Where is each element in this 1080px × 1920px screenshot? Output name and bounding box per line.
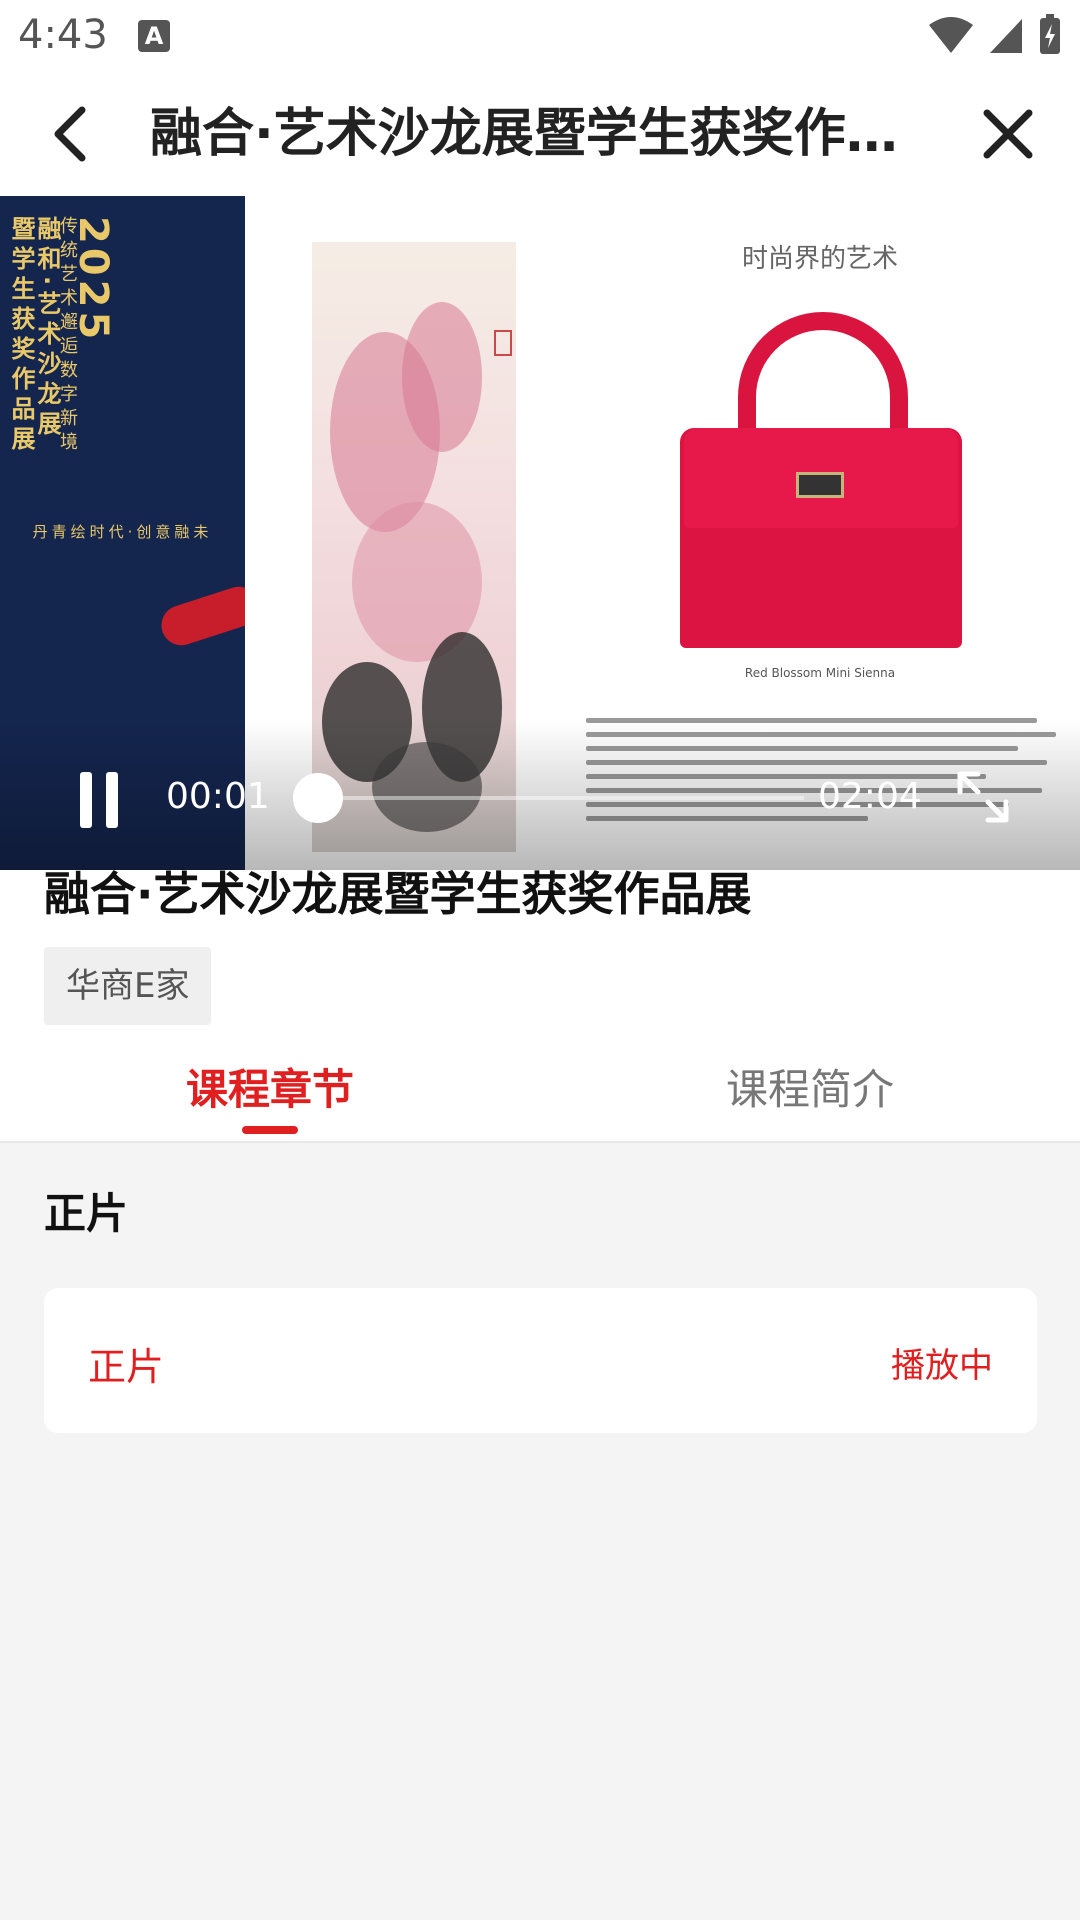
section-label: 正片 xyxy=(44,1189,129,1238)
fullscreen-icon xyxy=(957,771,1009,823)
tab-indicator xyxy=(242,1126,298,1134)
progress-bar[interactable] xyxy=(292,773,804,823)
chapter-name: 正片 xyxy=(88,1345,165,1389)
video-player[interactable]: 2025 传统艺术邂逅数字新境 融和·艺术沙龙展 暨学生获奖作品展 丹青绘时代·… xyxy=(0,196,1080,870)
handbag-lock xyxy=(796,472,844,498)
page-title: 融合·艺术沙龙展暨学生获奖作品展 xyxy=(150,104,940,164)
status-time: 4:43 xyxy=(18,12,108,58)
status-icons xyxy=(928,14,1062,56)
divider xyxy=(0,1141,1080,1143)
poster-brush-stroke xyxy=(156,581,245,651)
course-info-content: 融合·艺术沙龙展暨学生获奖作品展 华商E家 课程章节 课程简介 xyxy=(0,870,1080,1142)
signal-icon xyxy=(990,19,1022,53)
close-button[interactable] xyxy=(976,102,1040,166)
tab-intro[interactable]: 课程简介 xyxy=(540,1040,1080,1140)
chapter-status: 播放中 xyxy=(891,1346,993,1386)
chapter-item[interactable]: 正片 播放中 xyxy=(44,1288,1037,1433)
battery-charging-icon xyxy=(1040,14,1060,54)
back-button[interactable] xyxy=(38,102,102,166)
tab-bar: 课程章节 课程简介 xyxy=(0,1040,1080,1140)
course-tag[interactable]: 华商E家 xyxy=(44,947,212,1025)
poster-title-2: 暨学生获奖作品展 xyxy=(7,216,35,456)
poster-slogan: 丹青绘时代·创意融未 xyxy=(32,523,213,541)
tab-chapters[interactable]: 课程章节 xyxy=(0,1040,540,1140)
title-bar: 融合·艺术沙龙展暨学生获奖作品展 xyxy=(0,72,1080,196)
status-bar: 4:43 A xyxy=(0,0,1080,72)
notification-icon: A xyxy=(138,20,170,52)
wifi-icon xyxy=(929,17,973,53)
total-time: 02:04 xyxy=(818,776,922,817)
current-time: 00:01 xyxy=(166,776,270,817)
fullscreen-button[interactable] xyxy=(954,768,1012,826)
fashion-heading: 时尚界的艺术 xyxy=(741,244,898,274)
pause-button[interactable] xyxy=(76,772,122,828)
course-title: 融合·艺术沙龙展暨学生获奖作品展 xyxy=(44,870,752,921)
chevron-left-icon xyxy=(54,106,86,162)
handbag-caption: Red Blossom Mini Sienna xyxy=(744,666,896,680)
progress-thumb[interactable] xyxy=(292,773,343,823)
close-icon xyxy=(983,109,1033,159)
seal-stamp xyxy=(494,330,512,356)
